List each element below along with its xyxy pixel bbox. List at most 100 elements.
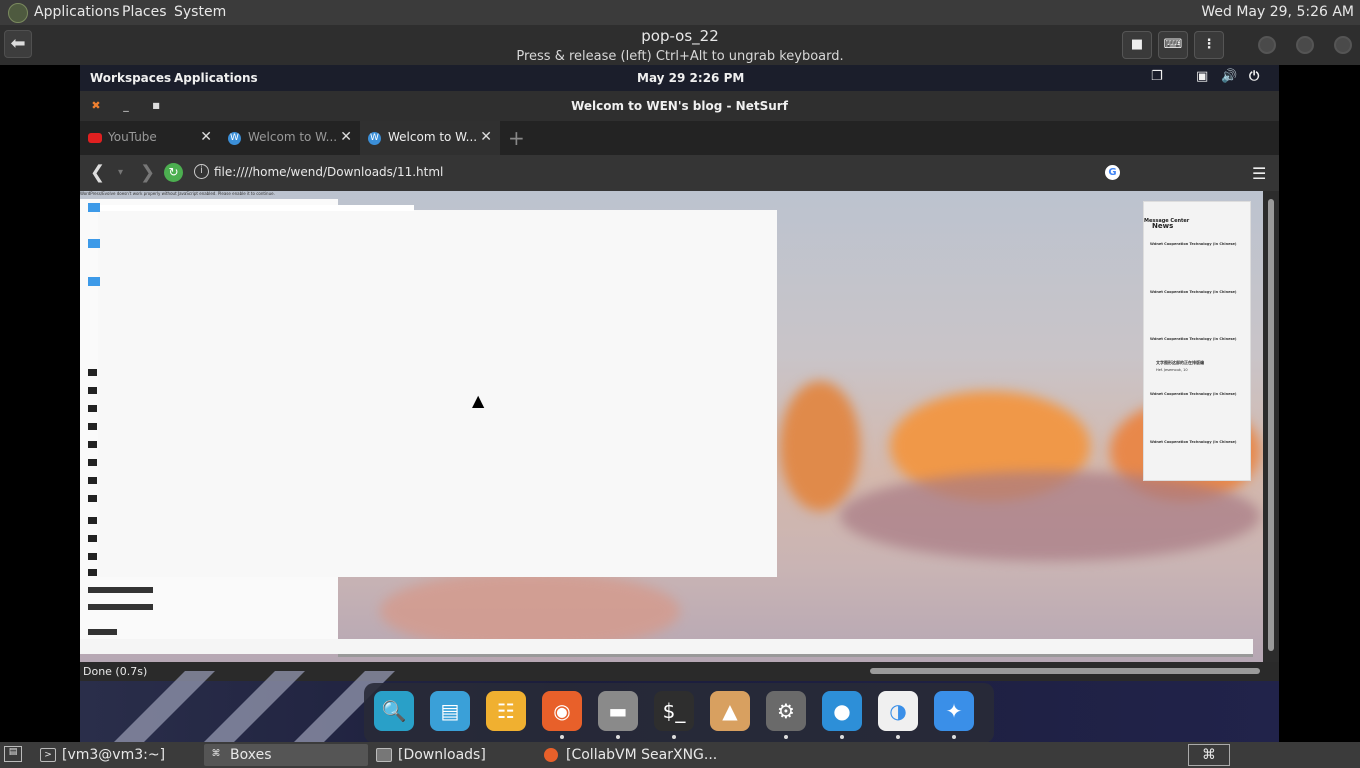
terminal-icon: > [40, 748, 56, 762]
screen-icon[interactable]: ▣ [1196, 69, 1208, 84]
vm-title: pop-os_22 [641, 27, 719, 45]
display-icon[interactable]: ❐ [1151, 69, 1163, 84]
tab-label: Welcom to W... [388, 130, 478, 144]
stop-button[interactable]: ■ [1122, 31, 1152, 59]
running-indicator [672, 735, 676, 739]
news-item[interactable]: Wdnet Cooperation Technology (in Chinese… [1150, 242, 1250, 246]
folder-icon[interactable]: ▬ [598, 691, 638, 731]
globe-icon[interactable]: ● [822, 691, 862, 731]
maximize-window-button[interactable] [1296, 36, 1314, 54]
close-tab-icon[interactable]: ✕ [200, 129, 212, 145]
vertical-scroll-thumb[interactable] [1268, 199, 1274, 651]
info-icon[interactable]: i [194, 164, 209, 179]
menu-system[interactable]: System [174, 4, 226, 20]
puzzle-icon[interactable]: ✦ [934, 691, 974, 731]
task-firefox[interactable]: [CollabVM SearXNG... [540, 744, 760, 766]
running-indicator [616, 735, 620, 739]
firefox-icon[interactable]: ◉ [542, 691, 582, 731]
vm-display[interactable]: Workspaces Applications May 29 2:26 PM ❐… [80, 65, 1279, 742]
news-item[interactable]: Wdnet Cooperation Technology (in Chinese… [1150, 440, 1250, 444]
running-indicator [560, 735, 564, 739]
running-indicator [952, 735, 956, 739]
navigation-toolbar: ❮ ▾ ❯ ↻ i file:////home/wend/Downloads/1… [80, 155, 1279, 191]
keyboard-button[interactable]: ⌨ [1158, 31, 1188, 59]
news-item[interactable]: Wdnet Cooperation Technology (in Chinese… [1150, 290, 1250, 294]
arrow-left-icon: ⬅ [10, 33, 26, 54]
news-item-chinese[interactable]: 文字图形这部的正在排版编 [1156, 360, 1256, 366]
magnifier-icon[interactable]: 🔍 [374, 691, 414, 731]
task-terminal[interactable]: > [vm3@vm3:~] [36, 744, 196, 766]
forward-icon[interactable]: ❯ [140, 162, 155, 183]
guest-desktop: 🔍 ▤ ☷ ◉ ▬ $_ ▲ ⚙ ● ◑ ✦ [80, 671, 1279, 742]
w-icon: W [368, 132, 381, 145]
list-bullet [88, 495, 97, 502]
tab-welcom-2[interactable]: W Welcom to W... ✕ [360, 121, 500, 155]
show-desktop-icon[interactable]: ▤ [4, 746, 22, 762]
tab-welcom-1[interactable]: W Welcom to W... ✕ [220, 121, 360, 155]
toggle-icon[interactable]: ◑ [878, 691, 918, 731]
page-content[interactable]: WordPress/Evolve doesn't work properly w… [80, 191, 1263, 662]
hamburger-menu-icon[interactable]: ☰ [1252, 164, 1266, 183]
minimize-window-button[interactable] [1258, 36, 1276, 54]
footer-bar [80, 639, 1253, 654]
cloud-image [780, 381, 860, 511]
back-button[interactable]: ⬅ [4, 30, 32, 58]
guest-workspaces-button[interactable]: Workspaces [90, 71, 171, 85]
task-label: [vm3@vm3:~] [62, 747, 166, 763]
list-bullet [88, 535, 97, 542]
news-item[interactable]: Wdnet Cooperation Technology (in Chinese… [1150, 392, 1250, 396]
back-icon[interactable]: ❮ [90, 162, 105, 183]
task-boxes[interactable]: ⌘ Boxes [204, 744, 368, 766]
list-bullet [88, 405, 97, 412]
vertical-scrollbar[interactable] [1263, 191, 1279, 662]
close-window-button[interactable] [1334, 36, 1352, 54]
grid-icon[interactable]: ☷ [486, 691, 526, 731]
google-search-icon[interactable]: G [1105, 165, 1120, 180]
list-bullet [88, 441, 97, 448]
stop-icon: ■ [1130, 37, 1144, 52]
ungrab-hint: Press & release (left) Ctrl+Alt to ungra… [516, 49, 844, 64]
reload-icon[interactable]: ↻ [164, 163, 183, 182]
tab-youtube[interactable]: YouTube ✕ [80, 121, 220, 155]
menu-applications[interactable]: Applications [34, 4, 120, 20]
list-bullet [88, 387, 97, 394]
dock: 🔍 ▤ ☷ ◉ ▬ $_ ▲ ⚙ ● ◑ ✦ [364, 683, 994, 742]
list-bullet [88, 369, 97, 376]
wallpaper-stripe [95, 671, 215, 742]
volume-icon[interactable]: 🔊 [1221, 69, 1237, 84]
mouse-cursor-icon: ▲ [472, 391, 485, 410]
youtube-icon [88, 133, 102, 143]
javascript-warning: WordPress/Evolve doesn't work properly w… [80, 191, 275, 196]
close-tab-icon[interactable]: ✕ [340, 129, 352, 145]
guest-clock[interactable]: May 29 2:26 PM [637, 71, 744, 85]
distro-logo-icon[interactable] [8, 3, 28, 23]
news-title: News [1152, 222, 1174, 230]
task-downloads[interactable]: [Downloads] [372, 744, 532, 766]
host-clock[interactable]: Wed May 29, 5:26 AM [1201, 4, 1354, 20]
history-dropdown-icon[interactable]: ▾ [118, 167, 123, 178]
list-bullet [88, 517, 97, 524]
host-taskbar: ▤ > [vm3@vm3:~] ⌘ Boxes [Downloads] [Col… [0, 742, 1360, 768]
close-tab-icon[interactable]: ✕ [480, 129, 492, 145]
main-content-panel [98, 210, 777, 577]
news-item-meta: Hef. Jesemouk, 10 [1156, 368, 1188, 372]
news-item[interactable]: Wdnet Cooperation Technology (in Chinese… [1150, 337, 1250, 341]
power-icon[interactable]: ⏻ [1249, 69, 1259, 84]
horizontal-scroll-thumb[interactable] [870, 668, 1260, 674]
status-bar: Done (0.7s) [80, 662, 1279, 681]
boxes-icon: ⌘ [211, 749, 221, 759]
netsurf-titlebar: ✖ _ ■ Welcom to WEN's blog - NetSurf [80, 91, 1279, 121]
list-bullet [88, 569, 97, 576]
workspace-switcher[interactable]: ⌘ [1188, 744, 1230, 766]
new-tab-icon[interactable]: + [508, 126, 525, 150]
window-icon[interactable]: ▤ [430, 691, 470, 731]
rocket-icon[interactable]: ▲ [710, 691, 750, 731]
terminal-icon[interactable]: $_ [654, 691, 694, 731]
news-sidebar: Message Center News Wdnet Cooperation Te… [1143, 201, 1251, 481]
gear-icon[interactable]: ⚙ [766, 691, 806, 731]
menu-button[interactable]: ⋮ [1194, 31, 1224, 59]
menu-places[interactable]: Places [122, 4, 167, 20]
running-indicator [896, 735, 900, 739]
guest-applications-button[interactable]: Applications [174, 71, 258, 85]
url-input[interactable]: file:////home/wend/Downloads/11.html [214, 165, 443, 179]
